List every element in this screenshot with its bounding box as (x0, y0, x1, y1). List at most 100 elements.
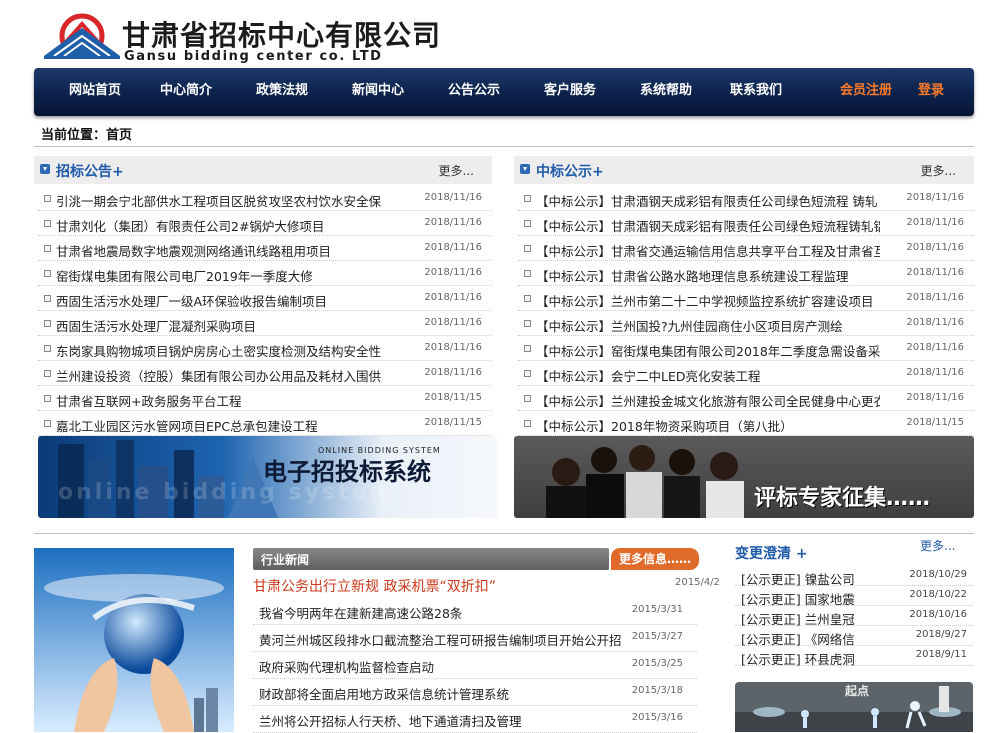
headline-news-link[interactable]: 甘肃公务出行立新规 政采机票“双折扣” (253, 576, 496, 596)
list-item[interactable]: 【中标公示】2018年物资采购项目（第八批） 2018/11/15 (518, 411, 974, 436)
list-item[interactable]: 我省今明两年在建新建高速公路28条 2015/3/31 (253, 598, 697, 625)
list-item[interactable]: [公示更正] 国家地震 2018/10/22 (735, 586, 973, 607)
bullet-icon (524, 320, 531, 327)
list-item[interactable]: [公示更正] 《网络信 2018/9/27 (735, 626, 973, 647)
list-item[interactable]: 【中标公示】兰州市第二十二中学视频监控系统扩容建设项目 2018/11/16 (518, 286, 974, 311)
news-date: 2015/3/18 (631, 685, 683, 696)
changes-title[interactable]: 变更澄清 + (735, 543, 808, 563)
list-item[interactable]: 【中标公示】甘肃省交通运输信用信息共享平台工程及甘肃省互 2018/11/16 (518, 236, 974, 261)
bullet-icon (524, 195, 531, 202)
change-title[interactable]: [公示更正] 环县虎洞 (741, 649, 855, 668)
nav-announcements[interactable]: 公告公示 (448, 68, 500, 116)
notice-date: 2018/11/16 (424, 292, 482, 303)
notice-title[interactable]: 窑街煤电集团有限公司电厂2019年一季度大修 (56, 266, 396, 285)
list-item[interactable]: 引洮一期会宁北部供水工程项目区脱贫攻坚农村饮水安全保 2018/11/16 (38, 186, 492, 211)
notice-title[interactable]: 【中标公示】兰州国投?九州佳园商住小区项目房产测绘 (536, 316, 880, 335)
list-item[interactable]: 甘肃省互联网+政务服务平台工程 2018/11/15 (38, 386, 492, 411)
list-item[interactable]: 【中标公示】窑街煤电集团有限公司2018年二季度急需设备采购 2018/11/16 (518, 336, 974, 361)
list-item[interactable]: [公示更正] 环县虎洞 2018/9/11 (735, 646, 973, 668)
banner-title: 评标专家征集…… (754, 486, 931, 511)
award-notices-title[interactable]: 中标公示+ (536, 161, 604, 181)
notice-title[interactable]: 【中标公示】2018年物资采购项目（第八批） (536, 416, 880, 435)
bullet-icon (524, 295, 531, 302)
divider (34, 533, 974, 534)
industry-news-list: 我省今明两年在建新建高速公路28条 2015/3/31 黄河兰州城区段排水口截流整… (253, 598, 697, 733)
list-item[interactable]: 【中标公示】甘肃酒钢天成彩铝有限责任公司绿色短流程 铸轧 2018/11/16 (518, 186, 974, 211)
news-title[interactable]: 政府采购代理机构监督检查启动 (259, 657, 434, 676)
notice-title[interactable]: 【中标公示】甘肃省交通运输信用信息共享平台工程及甘肃省互 (536, 241, 880, 260)
nav-policy[interactable]: 政策法规 (256, 68, 308, 116)
list-item[interactable]: 黄河兰州城区段排水口截流整治工程可研报告编制项目开始公开招 2015/3/27 (253, 625, 697, 652)
nav-contact[interactable]: 联系我们 (730, 68, 782, 116)
notice-title[interactable]: 【中标公示】甘肃酒钢天成彩铝有限责任公司绿色短流程铸轧铝 (536, 216, 880, 235)
login-link[interactable]: 登录 (918, 68, 944, 116)
news-title[interactable]: 兰州将公开招标人行天桥、地下通道清扫及管理 (259, 711, 522, 730)
nav-about[interactable]: 中心简介 (160, 68, 212, 116)
bid-notices-more-link[interactable]: 更多... (439, 162, 474, 179)
award-notices-more-link[interactable]: 更多... (921, 162, 956, 179)
nav-news[interactable]: 新闻中心 (352, 68, 404, 116)
notice-title[interactable]: 【中标公示】兰州市第二十二中学视频监控系统扩容建设项目 (536, 291, 880, 310)
news-title[interactable]: 财政部将全面启用地方政采信息统计管理系统 (259, 684, 509, 703)
register-link[interactable]: 会员注册 (840, 68, 892, 116)
bullet-icon (44, 295, 51, 302)
news-date: 2015/3/16 (631, 712, 683, 723)
company-logo-icon[interactable] (44, 12, 120, 64)
notice-title[interactable]: 甘肃刘化（集团）有限责任公司2#锅炉大修项目 (56, 216, 396, 235)
list-item[interactable]: 【中标公示】兰州建投金城文化旅游有限公司全民健身中心更衣 2018/11/16 (518, 386, 974, 411)
list-item[interactable]: 兰州建设投资（控股）集团有限公司办公用品及耗材入围供 2018/11/16 (38, 361, 492, 386)
list-item[interactable]: 甘肃省地震局数字地震观测网络通讯线路租用项目 2018/11/16 (38, 236, 492, 261)
notice-title[interactable]: 甘肃省地震局数字地震观测网络通讯线路租用项目 (56, 241, 396, 260)
side-promo-banner[interactable]: 起点 (735, 682, 973, 732)
list-item[interactable]: 窑街煤电集团有限公司电厂2019年一季度大修 2018/11/16 (38, 261, 492, 286)
list-item[interactable]: [公示更正] 镍盐公司 2018/10/29 (735, 566, 973, 587)
list-item[interactable]: 西固生活污水处理厂一级A环保验收报告编制项目 2018/11/16 (38, 286, 492, 311)
list-item[interactable]: 西固生活污水处理厂混凝剂采购项目 2018/11/16 (38, 311, 492, 336)
notice-title[interactable]: 西固生活污水处理厂一级A环保验收报告编制项目 (56, 291, 396, 310)
nav-help[interactable]: 系统帮助 (640, 68, 692, 116)
notice-title[interactable]: 【中标公示】会宁二中LED亮化安装工程 (536, 366, 880, 385)
list-item[interactable]: 【中标公示】会宁二中LED亮化安装工程 2018/11/16 (518, 361, 974, 386)
nav-home[interactable]: 网站首页 (69, 68, 121, 116)
bid-notices-title[interactable]: 招标公告+ (56, 161, 124, 181)
main-navigation: 网站首页 中心简介 政策法规 新闻中心 公告公示 客户服务 系统帮助 联系我们 … (34, 68, 974, 116)
industry-news-more-button[interactable]: 更多信息…… (611, 548, 699, 570)
notice-date: 2018/11/16 (424, 367, 482, 378)
expert-recruitment-banner[interactable]: 评标专家征集…… (514, 436, 974, 518)
notice-date: 2018/11/16 (906, 317, 964, 328)
list-item[interactable]: 【中标公示】甘肃省公路水路地理信息系统建设工程监理 2018/11/16 (518, 261, 974, 286)
list-item[interactable]: 嘉北工业园区污水管网项目EPC总承包建设工程 2018/11/15 (38, 411, 492, 436)
bullet-icon (44, 245, 51, 252)
nav-customer-service[interactable]: 客户服务 (544, 68, 596, 116)
notice-title[interactable]: 【中标公示】甘肃酒钢天成彩铝有限责任公司绿色短流程 铸轧 (536, 191, 880, 210)
notice-title[interactable]: 嘉北工业园区污水管网项目EPC总承包建设工程 (56, 416, 396, 435)
changes-more-link[interactable]: 更多... (920, 537, 955, 554)
notice-title[interactable]: 引洮一期会宁北部供水工程项目区脱贫攻坚农村饮水安全保 (56, 191, 396, 210)
award-notices-header: 中标公示+ 更多... (514, 156, 974, 184)
list-item[interactable]: 东岗家具购物城项目锅炉房房心土密实度检测及结构安全性 2018/11/16 (38, 336, 492, 361)
bullet-icon (524, 245, 531, 252)
change-date: 2018/9/27 (915, 629, 967, 640)
notice-title[interactable]: 【中标公示】甘肃省公路水路地理信息系统建设工程监理 (536, 266, 880, 285)
list-item[interactable]: 甘肃刘化（集团）有限责任公司2#锅炉大修项目 2018/11/16 (38, 211, 492, 236)
list-item[interactable]: 【中标公示】兰州国投?九州佳园商住小区项目房产测绘 2018/11/16 (518, 311, 974, 336)
list-item[interactable]: 兰州将公开招标人行天桥、地下通道清扫及管理 2015/3/16 (253, 706, 697, 733)
list-item[interactable]: 政府采购代理机构监督检查启动 2015/3/25 (253, 652, 697, 679)
notice-title[interactable]: 甘肃省互联网+政务服务平台工程 (56, 391, 396, 410)
notice-title[interactable]: 东岗家具购物城项目锅炉房房心土密实度检测及结构安全性 (56, 341, 396, 360)
list-item[interactable]: 财政部将全面启用地方政采信息统计管理系统 2015/3/18 (253, 679, 697, 706)
e-bidding-system-banner[interactable]: ONLINE BIDDING SYSTEM 电子招投标系统 online bid… (38, 436, 498, 518)
notice-title[interactable]: 兰州建设投资（控股）集团有限公司办公用品及耗材入围供 (56, 366, 396, 385)
list-item[interactable]: [公示更正] 兰州皇冠 2018/10/16 (735, 606, 973, 627)
news-title[interactable]: 黄河兰州城区段排水口截流整治工程可研报告编制项目开始公开招 (259, 630, 622, 649)
notice-date: 2018/11/15 (424, 417, 482, 428)
change-date: 2018/10/29 (909, 569, 967, 580)
notice-title[interactable]: 西固生活污水处理厂混凝剂采购项目 (56, 316, 396, 335)
bullet-icon (524, 395, 531, 402)
list-item[interactable]: 【中标公示】甘肃酒钢天成彩铝有限责任公司绿色短流程铸轧铝 2018/11/16 (518, 211, 974, 236)
change-date: 2018/10/22 (909, 589, 967, 600)
notice-title[interactable]: 【中标公示】窑街煤电集团有限公司2018年二季度急需设备采购 (536, 341, 880, 360)
hands-globe-image (34, 548, 234, 732)
notice-title[interactable]: 【中标公示】兰州建投金城文化旅游有限公司全民健身中心更衣 (536, 391, 880, 410)
news-title[interactable]: 我省今明两年在建新建高速公路28条 (259, 603, 462, 622)
